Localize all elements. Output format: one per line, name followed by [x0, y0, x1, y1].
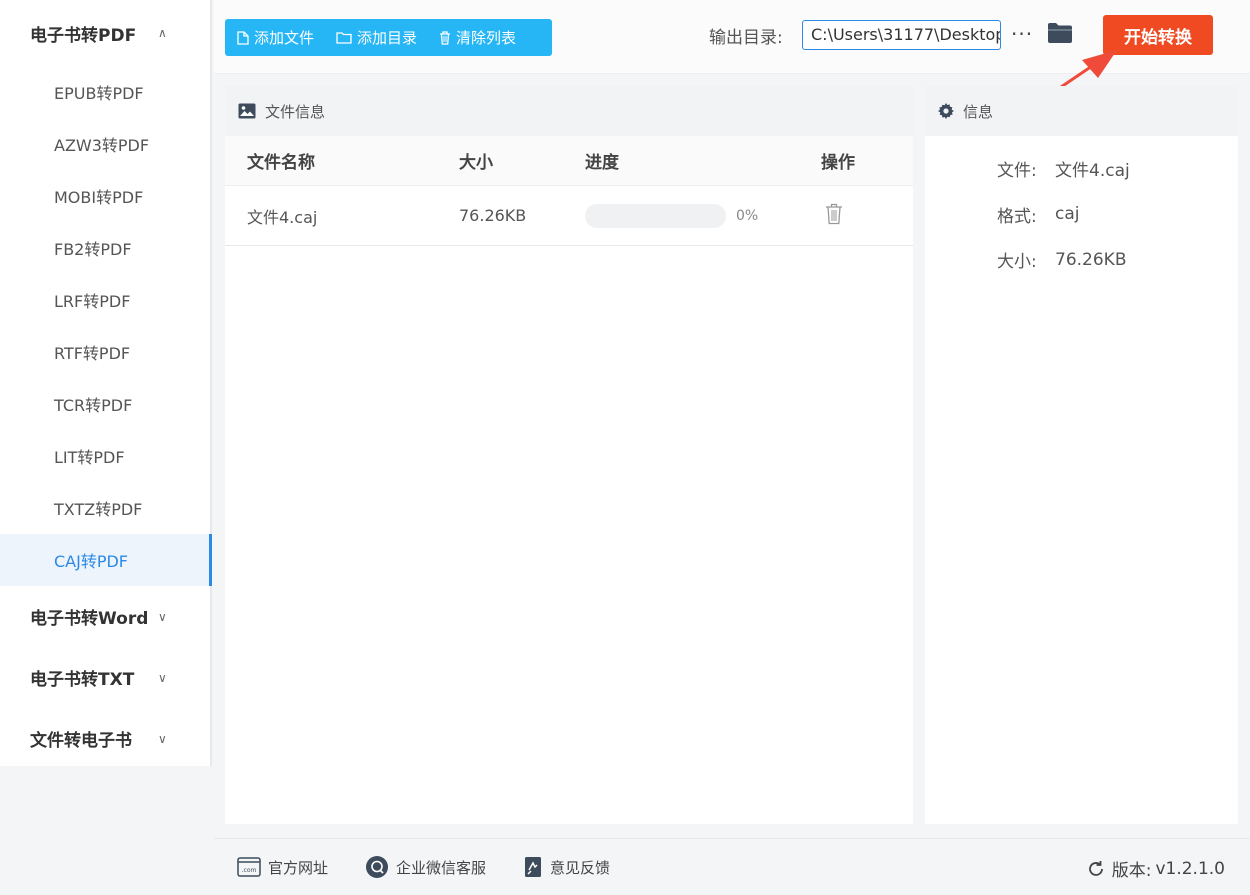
file-button-group: 添加文件 添加目录 清除列表	[225, 19, 552, 56]
info-row-size: 大小: 76.26KB	[925, 237, 1238, 283]
column-size-header: 大小	[459, 153, 493, 173]
info-panel-title: 信息	[963, 102, 994, 121]
svg-text:.com: .com	[242, 867, 257, 874]
sidebar-item-rtf-to-pdf[interactable]: RTF转PDF	[0, 326, 210, 378]
sidebar-group-ebook-to-pdf[interactable]: 电子书转PDF ∧	[0, 0, 210, 66]
info-value: caj	[1055, 204, 1080, 225]
add-directory-button[interactable]: 添加目录	[336, 27, 417, 48]
gear-icon	[938, 103, 954, 119]
file-size-cell: 76.26KB	[459, 206, 527, 225]
file-name-cell: 文件4.caj	[247, 207, 318, 227]
progress-bar	[585, 203, 726, 228]
website-label: 官方网址	[268, 858, 329, 877]
sidebar-group-label: 电子书转PDF	[30, 25, 137, 46]
info-value: 文件4.caj	[1055, 161, 1130, 182]
image-icon	[238, 103, 256, 119]
sidebar-item-fb2-to-pdf[interactable]: FB2转PDF	[0, 222, 210, 274]
clear-list-label: 清除列表	[456, 29, 517, 47]
info-row-file: 文件: 文件4.caj	[925, 146, 1238, 192]
feedback-icon	[525, 857, 542, 877]
version-number: v1.2.1.0	[1155, 858, 1225, 879]
clear-list-button[interactable]: 清除列表	[439, 27, 516, 48]
column-name-header: 文件名称	[247, 153, 315, 173]
file-icon	[237, 30, 249, 45]
folder-outline-icon	[336, 32, 352, 44]
output-dir-label: 输出目录:	[709, 28, 783, 48]
file-panel-title: 文件信息	[265, 102, 326, 121]
column-progress-header: 进度	[585, 153, 619, 173]
sidebar-group-label: 文件转电子书	[30, 731, 132, 751]
column-op-header: 操作	[821, 153, 855, 173]
sidebar: 电子书转PDF ∧ EPUB转PDF AZW3转PDF MOBI转PDF FB2…	[0, 0, 212, 766]
info-row-format: 格式: caj	[925, 192, 1238, 238]
sidebar-item-mobi-to-pdf[interactable]: MOBI转PDF	[0, 170, 210, 222]
sidebar-group-ebook-to-txt[interactable]: 电子书转TXT ∨	[0, 647, 210, 708]
sidebar-item-caj-to-pdf[interactable]: CAJ转PDF	[0, 534, 212, 586]
file-table-header: 文件名称 大小 进度 操作	[225, 136, 913, 186]
sidebar-group-label: 电子书转TXT	[30, 670, 135, 690]
feedback-link[interactable]: 意见反馈	[523, 856, 610, 878]
sidebar-group-label: 电子书转Word	[30, 609, 149, 629]
info-key: 大小:	[997, 252, 1037, 273]
sidebar-item-tcr-to-pdf[interactable]: TCR转PDF	[0, 378, 210, 430]
delete-icon[interactable]	[825, 203, 843, 225]
add-file-label: 添加文件	[254, 29, 315, 47]
info-panel-header: 信息	[925, 86, 1238, 136]
progress-percent: 0%	[736, 207, 759, 224]
sidebar-item-lrf-to-pdf[interactable]: LRF转PDF	[0, 274, 210, 326]
sidebar-item-azw3-to-pdf[interactable]: AZW3转PDF	[0, 118, 210, 170]
progress-cell: 0%	[585, 203, 821, 228]
info-panel: 信息 文件: 文件4.caj 格式: caj 大小: 76.26KB	[925, 86, 1238, 824]
sidebar-group-file-to-ebook[interactable]: 文件转电子书 ∨	[0, 708, 210, 769]
chevron-down-icon: ∨	[158, 609, 167, 624]
operation-cell	[821, 203, 911, 229]
chevron-up-icon: ∧	[158, 26, 167, 40]
website-link[interactable]: .com 官方网址	[237, 857, 328, 878]
file-panel-header: 文件信息	[225, 86, 913, 136]
sidebar-item-epub-to-pdf[interactable]: EPUB转PDF	[0, 66, 210, 118]
sidebar-item-lit-to-pdf[interactable]: LIT转PDF	[0, 430, 210, 482]
chevron-down-icon: ∨	[158, 731, 167, 746]
chat-icon	[366, 856, 389, 878]
footer: .com 官方网址 企业微信客服 意见反馈 版本: v1.2.1.0	[214, 838, 1250, 895]
sidebar-item-txtz-to-pdf[interactable]: TXTZ转PDF	[0, 482, 210, 534]
add-file-button[interactable]: 添加文件	[237, 27, 314, 48]
chevron-down-icon: ∨	[158, 670, 167, 685]
info-key: 格式:	[997, 206, 1037, 227]
wechat-service-link[interactable]: 企业微信客服	[365, 855, 486, 879]
sidebar-group-ebook-to-word[interactable]: 电子书转Word ∨	[0, 586, 210, 647]
table-row[interactable]: 文件4.caj 76.26KB 0%	[225, 186, 913, 246]
website-icon: .com	[237, 857, 261, 877]
file-panel: 文件信息 文件名称 大小 进度 操作 文件4.caj 76.26KB 0%	[225, 86, 913, 824]
feedback-label: 意见反馈	[550, 858, 611, 877]
wechat-service-label: 企业微信客服	[396, 858, 487, 877]
output-dir-input[interactable]: C:\Users\31177\Desktop	[802, 20, 1001, 50]
add-directory-label: 添加目录	[357, 29, 418, 47]
version-label: 版本:	[1111, 861, 1152, 881]
trash-icon	[440, 30, 451, 45]
info-key: 文件:	[997, 161, 1037, 182]
version-info: 版本: v1.2.1.0	[1086, 856, 1225, 881]
info-value: 76.26KB	[1055, 249, 1127, 270]
refresh-icon[interactable]	[1086, 859, 1106, 879]
